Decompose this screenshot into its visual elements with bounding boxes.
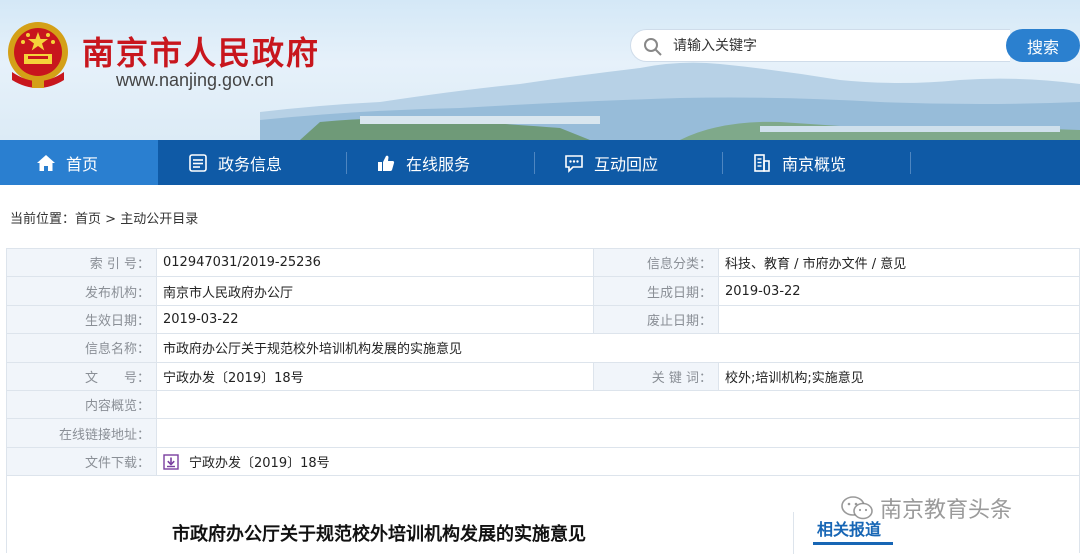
site-header: 南京市人民政府 www.nanjing.gov.cn 搜索 [0,0,1080,140]
keywords-value: 校外;培训机构;实施意见 [718,361,1080,391]
table-row: 文件下载： 宁政办发〔2019〕18号 [6,446,1080,477]
main-nav: 首页 政务信息 在线服务 互动回应 南京概览 [0,140,1080,185]
summary-value [156,389,1080,420]
breadcrumb-current-link[interactable]: 主动公开目录 [120,212,198,227]
breadcrumb: 当前位置：首页 > 主动公开目录 [10,208,198,227]
info-name-label: 信息名称： [6,333,157,363]
building-icon [754,153,770,172]
category-label: 信息分类： [593,247,719,278]
effective-date-value: 2019-03-22 [156,304,594,335]
breadcrumb-prefix: 当前位置： [10,212,76,227]
watermark-text: 南京教育头条 [880,498,1013,523]
list-icon [189,153,207,172]
related-divider [793,512,794,554]
publisher-label: 发布机构： [6,276,157,306]
effective-date-label: 生效日期： [6,304,157,335]
table-row: 在线链接地址： [6,418,1080,448]
category-value: 科技、教育 / 市府办文件 / 意见 [718,247,1080,278]
table-row: 信息名称： 市政府办公厅关于规范校外培训机构发展的实施意见 [6,333,1080,363]
download-icon[interactable] [163,454,179,470]
nav-divider [722,152,723,174]
nav-item-online-service[interactable]: 在线服务 [376,140,536,185]
created-date-value: 2019-03-22 [718,276,1080,306]
table-row: 发布机构： 南京市人民政府办公厅 生成日期： 2019-03-22 [6,276,1080,306]
table-row: 内容概览： [6,389,1080,420]
summary-label: 内容概览： [6,389,157,420]
index-number-value: 012947031/2019-25236 [156,247,594,278]
nav-divider [910,152,911,174]
keywords-label: 关 键 词： [593,361,719,391]
file-download-cell: 宁政办发〔2019〕18号 [156,446,1080,477]
article-title: 市政府办公厅关于规范校外培训机构发展的实施意见 [172,524,586,545]
nav-item-interaction[interactable]: 互动回应 [564,140,724,185]
nav-label: 首页 [66,154,99,174]
info-name-value: 市政府办公厅关于规范校外培训机构发展的实施意见 [156,333,1080,363]
nav-divider [534,152,535,174]
related-tab-underline [813,542,893,545]
document-number-label: 文 号： [6,361,157,391]
table-row: 文 号： 宁政办发〔2019〕18号 关 键 词： 校外;培训机构;实施意见 [6,361,1080,391]
breadcrumb-home-link[interactable]: 首页 [75,212,101,227]
file-download-label: 文件下载： [6,446,157,477]
site-title[interactable]: 南京市人民政府 [82,28,320,74]
wechat-icon [841,496,873,520]
online-link-value [156,418,1080,448]
search-input[interactable] [673,35,993,57]
nav-label: 在线服务 [406,154,471,174]
nav-item-home[interactable]: 首页 [0,140,158,185]
table-row: 生效日期： 2019-03-22 废止日期： [6,304,1080,335]
file-download-link[interactable]: 宁政办发〔2019〕18号 [189,456,330,471]
nav-label: 互动回应 [594,154,659,174]
document-number-value: 宁政办发〔2019〕18号 [156,361,594,391]
city-landscape-banner [260,62,1080,140]
nav-label: 南京概览 [782,154,847,174]
nav-item-nanjing-overview[interactable]: 南京概览 [752,140,912,185]
chat-icon [565,154,583,173]
search-box [630,29,1010,62]
index-number-label: 索 引 号： [6,247,157,278]
search-button[interactable]: 搜索 [1006,29,1080,62]
thumbs-up-icon [378,155,395,171]
breadcrumb-separator: > [101,212,121,227]
abolished-date-value [718,304,1080,335]
document-info-table: 索 引 号： 012947031/2019-25236 信息分类： 科技、教育 … [6,247,1080,477]
nav-item-government-info[interactable]: 政务信息 [188,140,348,185]
abolished-date-label: 废止日期： [593,304,719,335]
wechat-watermark: 南京教育头条 [840,492,1012,524]
nav-divider [346,152,347,174]
nav-label: 政务信息 [218,154,283,174]
online-link-label: 在线链接地址： [6,418,157,448]
national-emblem-logo [8,22,68,88]
table-row: 索 引 号： 012947031/2019-25236 信息分类： 科技、教育 … [6,247,1080,278]
home-icon [37,154,55,171]
search-icon [644,38,662,56]
site-url: www.nanjing.gov.cn [116,70,274,90]
publisher-value: 南京市人民政府办公厅 [156,276,594,306]
created-date-label: 生成日期： [593,276,719,306]
